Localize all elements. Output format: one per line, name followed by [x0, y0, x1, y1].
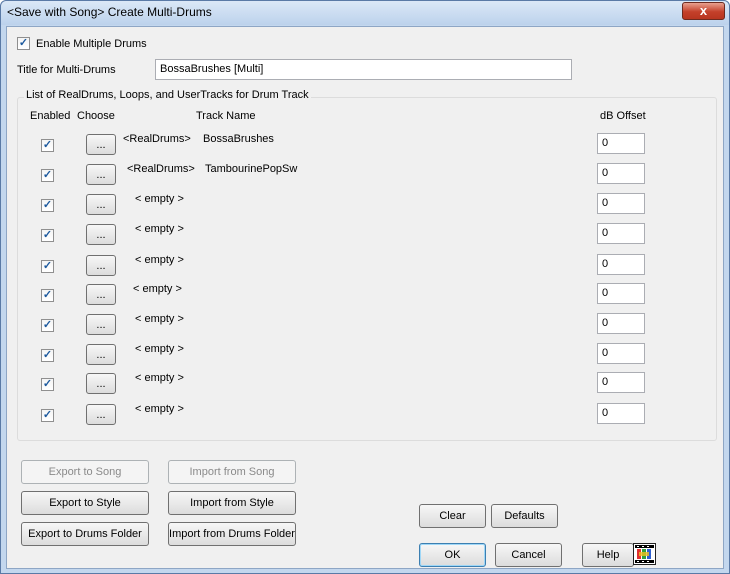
track-name-label: < empty >: [135, 193, 184, 205]
choose-button[interactable]: ...: [86, 314, 116, 335]
db-offset-input[interactable]: 0: [597, 223, 645, 244]
enable-multiple-drums-checkbox[interactable]: [17, 37, 30, 50]
header-track-name: Track Name: [196, 110, 256, 122]
db-offset-input[interactable]: 0: [597, 343, 645, 364]
track-name-label: < empty >: [133, 283, 182, 295]
db-offset-input[interactable]: 0: [597, 283, 645, 304]
row-enabled-checkbox[interactable]: [41, 409, 54, 422]
close-icon: x: [699, 3, 708, 18]
track-name-label: < empty >: [135, 254, 184, 266]
track-name-label: < empty >: [135, 403, 184, 415]
enable-multiple-drums-label: Enable Multiple Drums: [36, 38, 147, 50]
ok-button[interactable]: OK: [419, 543, 486, 567]
clear-button[interactable]: Clear: [419, 504, 486, 528]
window-title: <Save with Song> Create Multi-Drums: [7, 5, 212, 19]
export-to-style-button[interactable]: Export to Style: [21, 491, 149, 515]
help-button[interactable]: Help: [582, 543, 634, 567]
choose-button[interactable]: ...: [86, 373, 116, 394]
db-offset-input[interactable]: 0: [597, 133, 645, 154]
row-enabled-checkbox[interactable]: [41, 139, 54, 152]
track-name-label: TambourinePopSw: [205, 163, 298, 175]
choose-button[interactable]: ...: [86, 164, 116, 185]
track-name-label: < empty >: [135, 313, 184, 325]
close-button[interactable]: x: [682, 2, 725, 20]
track-name-label: < empty >: [135, 223, 184, 235]
dialog-window: <Save with Song> Create Multi-Drums x En…: [0, 0, 730, 574]
title-bar[interactable]: <Save with Song> Create Multi-Drums x: [1, 1, 729, 25]
choose-button[interactable]: ...: [86, 344, 116, 365]
track-name-label: < empty >: [135, 372, 184, 384]
row-enabled-checkbox[interactable]: [41, 319, 54, 332]
db-offset-input[interactable]: 0: [597, 163, 645, 184]
row-enabled-checkbox[interactable]: [41, 229, 54, 242]
cancel-button[interactable]: Cancel: [495, 543, 562, 567]
track-type-label: <RealDrums>: [127, 163, 195, 175]
row-enabled-checkbox[interactable]: [41, 169, 54, 182]
header-choose: Choose: [77, 110, 115, 122]
choose-button[interactable]: ...: [86, 255, 116, 276]
header-db-offset: dB Offset: [600, 110, 646, 122]
choose-button[interactable]: ...: [86, 134, 116, 155]
multi-drums-title-label: Title for Multi-Drums: [17, 64, 116, 76]
db-offset-input[interactable]: 0: [597, 313, 645, 334]
db-offset-input[interactable]: 0: [597, 403, 645, 424]
drum-track-list-title: List of RealDrums, Loops, and UserTracks…: [24, 89, 311, 101]
row-enabled-checkbox[interactable]: [41, 260, 54, 273]
db-offset-input[interactable]: 0: [597, 193, 645, 214]
row-enabled-checkbox[interactable]: [41, 199, 54, 212]
track-type-label: <RealDrums>: [123, 133, 191, 145]
export-to-song-button[interactable]: Export to Song: [21, 460, 149, 484]
choose-button[interactable]: ...: [86, 194, 116, 215]
choose-button[interactable]: ...: [86, 284, 116, 305]
choose-button[interactable]: ...: [86, 224, 116, 245]
multi-drums-title-input[interactable]: BossaBrushes [Multi]: [155, 59, 572, 80]
import-from-song-button[interactable]: Import from Song: [168, 460, 296, 484]
db-offset-input[interactable]: 0: [597, 254, 645, 275]
export-to-drums-folder-button[interactable]: Export to Drums Folder: [21, 522, 149, 546]
dialog-client-area: Enable Multiple Drums Title for Multi-Dr…: [6, 26, 724, 569]
track-name-label: < empty >: [135, 343, 184, 355]
header-enabled: Enabled: [30, 110, 71, 122]
db-offset-input[interactable]: 0: [597, 372, 645, 393]
track-name-label: BossaBrushes: [203, 133, 274, 145]
row-enabled-checkbox[interactable]: [41, 289, 54, 302]
import-from-style-button[interactable]: Import from Style: [168, 491, 296, 515]
choose-button[interactable]: ...: [86, 404, 116, 425]
import-from-drums-folder-button[interactable]: Import from Drums Folder: [168, 522, 296, 546]
row-enabled-checkbox[interactable]: [41, 349, 54, 362]
defaults-button[interactable]: Defaults: [491, 504, 558, 528]
row-enabled-checkbox[interactable]: [41, 378, 54, 391]
film-strip-icon[interactable]: [633, 543, 656, 565]
